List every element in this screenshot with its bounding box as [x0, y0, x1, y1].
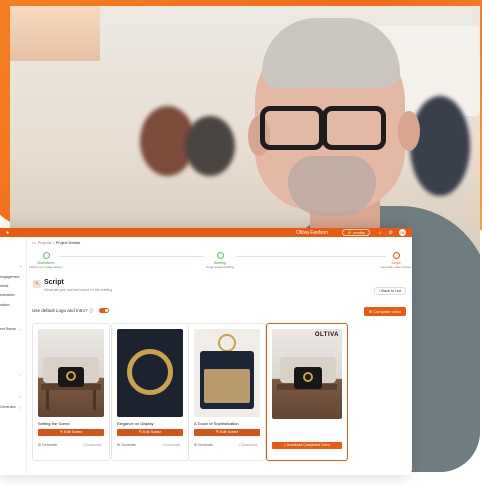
- generate-button[interactable]: ⊞ Generate: [117, 443, 136, 447]
- breadcrumb-current: Project Details: [55, 241, 81, 245]
- scene-card[interactable]: Elegance on Display ✎ Edit Scene ⊞ Gener…: [111, 323, 189, 461]
- sidebar-item-label[interactable]: dests: [0, 284, 8, 288]
- step-script[interactable]: Script Generate video scenes: [376, 252, 416, 269]
- sidebar-item-label[interactable]: engagement: [0, 275, 19, 279]
- app-window: ● Oltiva Fashion ⚡ credits ☼ ⚙ SK ⌄ enga…: [0, 228, 412, 475]
- edit-scene-button[interactable]: ✎ Edit Scene: [117, 429, 183, 436]
- page-subtitle: Generate your scenes based on the briefi…: [44, 288, 113, 292]
- credits-badge[interactable]: ⚡ credits: [342, 229, 370, 236]
- download-button[interactable]: ⤓ Download: [238, 443, 257, 447]
- scene-thumbnail[interactable]: [38, 329, 104, 417]
- default-logo-toggle-row: Use default Logo and Intro? ⓘ: [32, 308, 109, 314]
- chevron-right-icon[interactable]: ›: [19, 372, 20, 377]
- sidebar-item-label[interactable]: nation: [0, 303, 10, 307]
- gold-ring: [127, 349, 173, 395]
- man-beard: [288, 156, 376, 216]
- breadcrumb: ▭ Projects > Project Details: [32, 240, 80, 245]
- top-bar: ● Oltiva Fashion ⚡ credits ☼ ⚙ SK: [0, 228, 412, 237]
- chevron-right-icon[interactable]: ›: [19, 327, 20, 332]
- back-to-list-button[interactable]: ‹ Back to List: [374, 287, 406, 295]
- avatar[interactable]: SK: [399, 229, 406, 236]
- info-icon[interactable]: ⓘ: [89, 308, 94, 313]
- blurred-person: [185, 116, 235, 176]
- download-button[interactable]: ⤓ Download: [82, 443, 101, 447]
- sidebar-item-label[interactable]: Generator: [0, 405, 16, 409]
- sidebar-item-label[interactable]: ent Reuse: [0, 327, 16, 331]
- chevron-right-icon[interactable]: ›: [19, 405, 20, 410]
- generate-button[interactable]: ⊞ Generate: [38, 443, 57, 447]
- step-brainstorm[interactable]: Brainstorm Refine your video design: [26, 252, 66, 269]
- step-briefing[interactable]: Briefing AI-generated briefing: [200, 252, 240, 269]
- edit-scene-button[interactable]: ✎ Edit Scene: [194, 429, 260, 436]
- download-completed-video-button[interactable]: ⤓ Download Completed Video: [272, 442, 342, 449]
- script-step-icon: [392, 252, 400, 259]
- breadcrumb-separator: >: [52, 241, 55, 245]
- chevron-down-icon[interactable]: ⌄: [19, 263, 22, 268]
- brand-logo[interactable]: ●: [6, 230, 9, 236]
- chevron-right-icon[interactable]: ›: [19, 394, 20, 399]
- page-title: Script: [44, 279, 64, 286]
- scene-thumbnail[interactable]: [194, 329, 260, 417]
- scene-title: Setting the Scene: [38, 421, 70, 426]
- progress-stepper: Brainstorm Refine your video design Brie…: [29, 252, 411, 274]
- scene-thumbnail[interactable]: [117, 329, 183, 417]
- default-logo-toggle[interactable]: [98, 308, 109, 314]
- scene-card[interactable]: Setting the Scene ✎ Edit Scene ⊞ Generat…: [32, 323, 110, 461]
- marketing-composite: ● Oltiva Fashion ⚡ credits ☼ ⚙ SK ⌄ enga…: [0, 0, 482, 485]
- video-thumbnail[interactable]: OLTIVA: [272, 329, 342, 419]
- download-button[interactable]: ⤓ Download: [161, 443, 180, 447]
- scene-title: Elegance on Display: [117, 421, 154, 426]
- final-video-card[interactable]: OLTIVA ⤓ Download Completed Video: [266, 323, 348, 461]
- blurred-shelf: [10, 6, 100, 61]
- check-icon: [42, 252, 50, 259]
- scene-title: A Touch of Sophistication: [194, 421, 239, 426]
- toggle-label: Use default Logo and Intro?: [32, 308, 88, 313]
- oltiva-logo: OLTIVA: [314, 332, 339, 338]
- generate-button[interactable]: ⊞ Generate: [194, 443, 213, 447]
- breadcrumb-root[interactable]: Projects: [38, 241, 52, 245]
- glasses-left-lens: [260, 106, 324, 150]
- sidebar-toggle-icon[interactable]: ▭: [32, 241, 36, 245]
- main-content: ▭ Projects > Project Details Brainstorm …: [28, 237, 412, 475]
- workspace-selector[interactable]: Oltiva Fashion: [296, 230, 328, 236]
- blurred-person: [410, 96, 470, 196]
- edit-scene-button[interactable]: ✎ Edit Scene: [38, 429, 104, 436]
- sidebar: ⌄ engagement dests eneration nation ent …: [0, 237, 27, 475]
- glasses-right-lens: [322, 106, 386, 150]
- settings-icon[interactable]: ⚙: [389, 230, 393, 236]
- check-icon: [216, 252, 224, 259]
- complete-video-button[interactable]: ⊕ Complete video: [363, 307, 406, 316]
- theme-icon[interactable]: ☼: [378, 230, 383, 236]
- sidebar-item-label[interactable]: eneration: [0, 293, 15, 297]
- scene-card[interactable]: A Touch of Sophistication ✎ Edit Scene ⊞…: [188, 323, 266, 461]
- script-icon: ✎: [33, 280, 41, 288]
